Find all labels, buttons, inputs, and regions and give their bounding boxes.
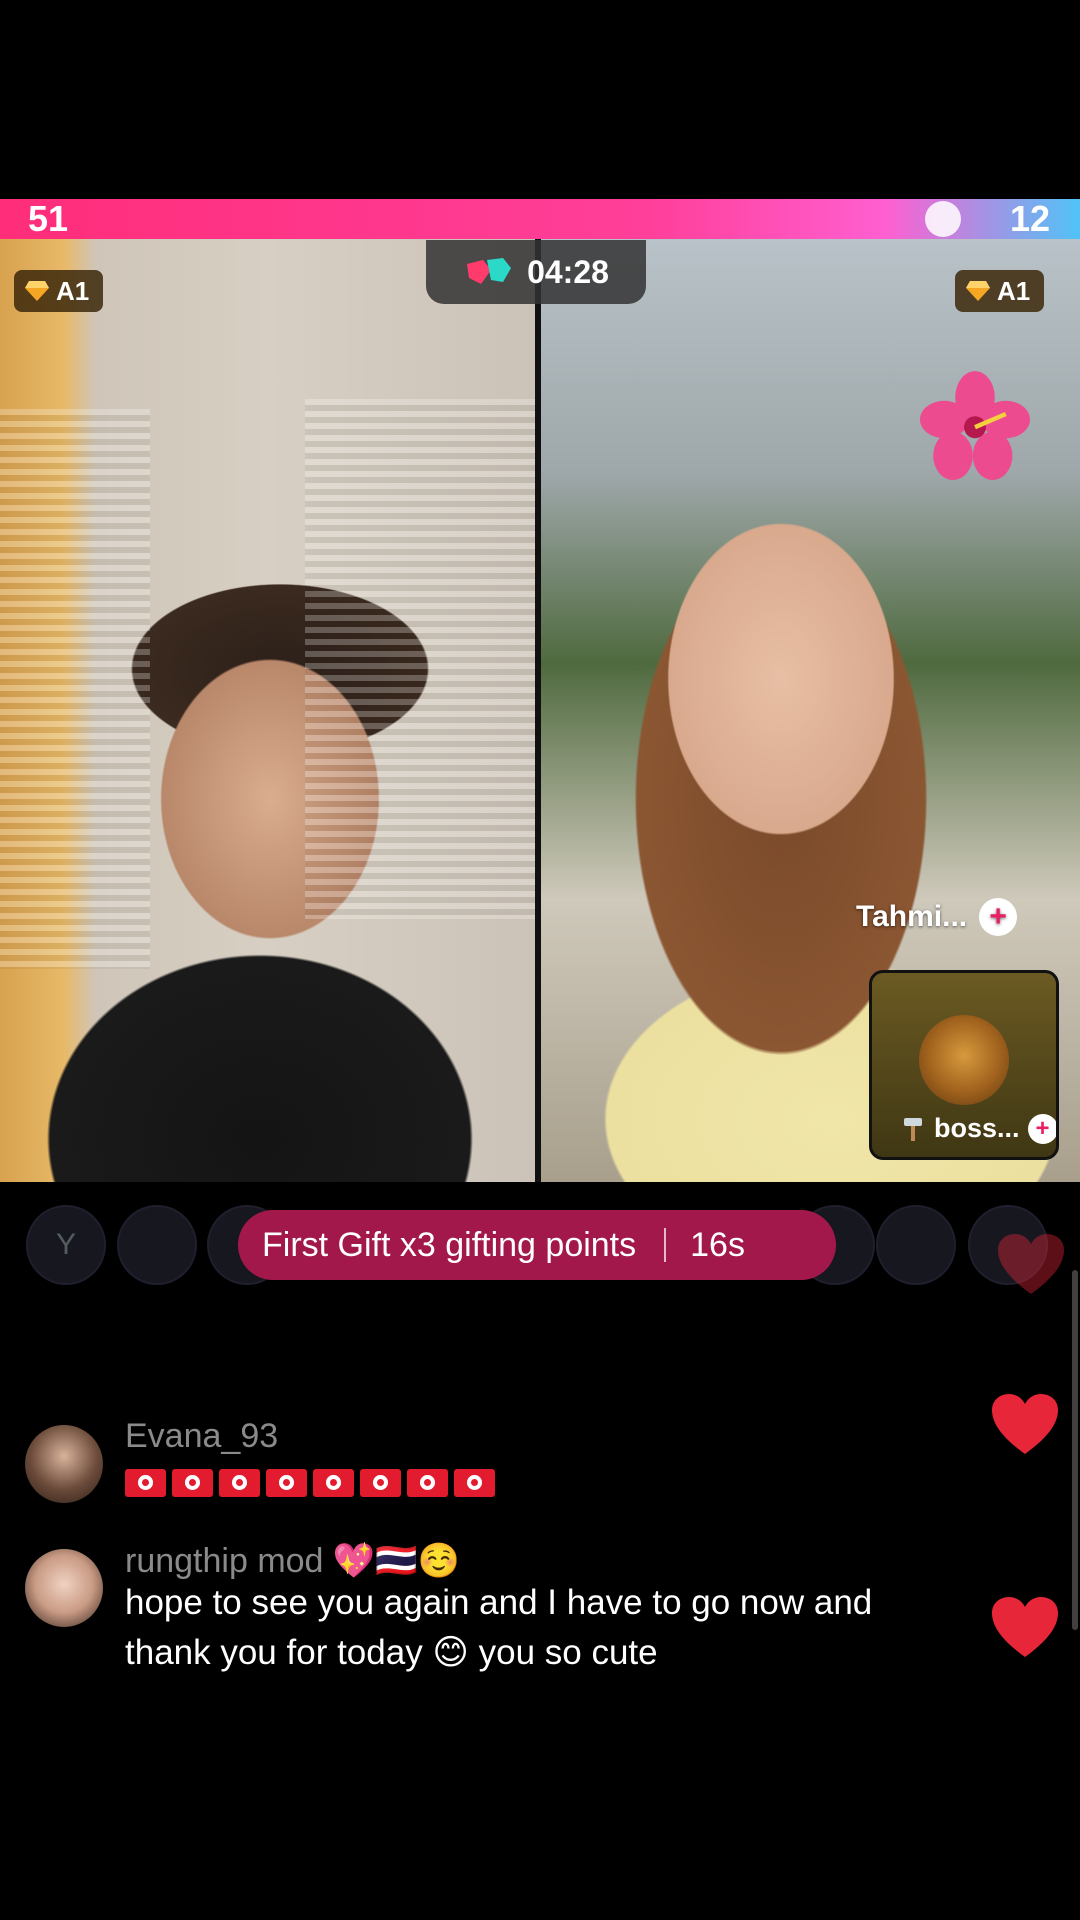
tunisia-flag-icon xyxy=(407,1469,448,1497)
heart-icon xyxy=(992,1394,1058,1454)
follow-plus-icon[interactable]: + xyxy=(1027,1113,1056,1144)
heart-icon xyxy=(998,1234,1064,1294)
window-blind-left xyxy=(0,409,150,969)
battle-score-bar: 51 12 xyxy=(0,199,1080,239)
timer-value: 04:28 xyxy=(527,253,609,290)
guest-name: Tahmi... xyxy=(856,900,968,933)
gifter-initial: Y xyxy=(55,1228,76,1261)
gem-icon xyxy=(966,281,990,301)
left-rank-badge[interactable]: A1 xyxy=(14,270,104,312)
gifter-avatar[interactable] xyxy=(876,1205,956,1285)
tunisia-flags xyxy=(125,1469,495,1497)
avatar[interactable] xyxy=(25,1549,103,1627)
left-score: 51 xyxy=(28,198,69,239)
battle-timer: 04:28 xyxy=(426,240,646,304)
guest-name-tag[interactable]: Tahmi... + xyxy=(856,895,1018,939)
tunisia-flag-icon xyxy=(219,1469,260,1497)
left-rank-label: A1 xyxy=(56,275,90,306)
battle-gloves-icon xyxy=(467,258,512,284)
window-blind-right xyxy=(305,399,535,919)
chat-username[interactable]: rungthip mod 💖🇹🇭☺️ xyxy=(125,1541,460,1581)
left-host-video[interactable] xyxy=(0,239,535,1182)
chat-scrollbar[interactable] xyxy=(1072,1270,1078,1630)
right-rank-badge[interactable]: A1 xyxy=(955,270,1045,312)
tunisia-flag-icon xyxy=(172,1469,213,1497)
follow-plus-icon[interactable]: + xyxy=(979,898,1018,936)
gifter-avatar[interactable] xyxy=(117,1205,197,1285)
chat-username[interactable]: Evana_93 xyxy=(125,1417,278,1456)
tunisia-flag-icon xyxy=(360,1469,401,1497)
hibiscus-flower-icon xyxy=(920,371,1030,480)
chat-text-line: hope to see you again and I have to go n… xyxy=(125,1583,873,1622)
mini-card-name-row: boss... + xyxy=(900,1113,1056,1144)
gift-banner-separator xyxy=(664,1228,667,1262)
tunisia-flag-icon xyxy=(313,1469,354,1497)
gift-banner-text: First Gift x3 gifting points xyxy=(262,1225,637,1264)
first-gift-banner[interactable]: First Gift x3 gifting points 16s xyxy=(238,1210,836,1280)
co-host-mini-card[interactable]: boss... + xyxy=(869,970,1059,1160)
gift-banner-countdown: 16s xyxy=(690,1225,745,1264)
tunisia-flag-icon xyxy=(125,1469,166,1497)
avatar[interactable] xyxy=(25,1425,103,1503)
right-score: 12 xyxy=(1009,198,1050,239)
gem-icon xyxy=(25,281,49,301)
tunisia-flag-icon xyxy=(266,1469,307,1497)
mini-card-name: boss... xyxy=(934,1113,1020,1143)
lion-avatar xyxy=(919,1015,1009,1105)
hammer-icon xyxy=(904,1117,922,1141)
gifter-avatar[interactable]: Y xyxy=(26,1205,106,1285)
right-rank-label: A1 xyxy=(997,275,1031,306)
score-divider-icon xyxy=(925,201,961,237)
tunisia-flag-icon xyxy=(454,1469,495,1497)
chat-text-line: thank you for today 😊 you so cute xyxy=(125,1633,658,1672)
